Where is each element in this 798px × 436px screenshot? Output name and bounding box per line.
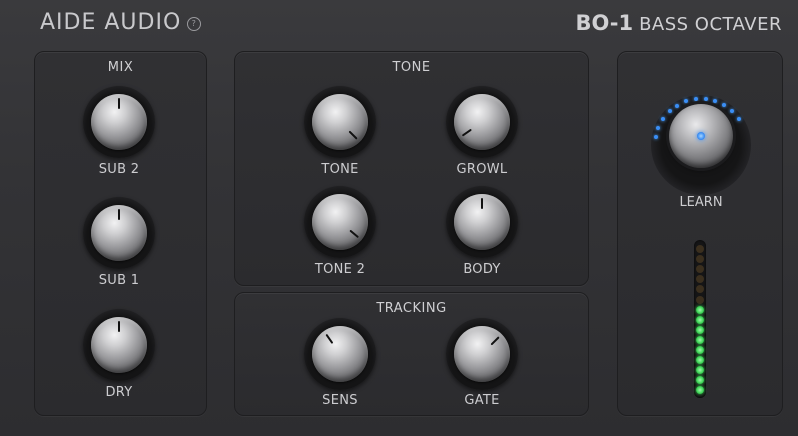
learn-ring-led — [675, 103, 680, 108]
meter-led — [696, 376, 704, 385]
meter-led — [696, 255, 704, 264]
meter-led — [696, 305, 704, 314]
knob-indicator — [349, 229, 360, 239]
sub1-label: SUB 1 — [98, 273, 140, 288]
meter-led — [696, 245, 704, 253]
sub2-label: SUB 2 — [98, 162, 140, 177]
dry-label: DRY — [105, 385, 133, 400]
gate-knob[interactable] — [446, 318, 518, 390]
knob-indicator — [118, 209, 120, 220]
product-title: BO-1 BASS OCTAVER — [575, 11, 782, 35]
tone2-knob[interactable] — [304, 186, 376, 258]
product-code: BO-1 — [575, 11, 634, 35]
meter-led — [696, 315, 704, 324]
growl-label: GROWL — [456, 162, 508, 177]
growl-knob[interactable] — [446, 86, 518, 158]
knob-indicator — [481, 198, 483, 209]
meter-led — [696, 275, 704, 284]
knob-indicator — [348, 130, 358, 140]
knob-indicator — [461, 128, 472, 137]
level-meter — [694, 240, 706, 398]
body-label: BODY — [463, 262, 501, 277]
knob-indicator — [118, 98, 120, 109]
sub1-knob[interactable] — [83, 197, 155, 269]
learn-ring-led — [653, 135, 658, 139]
learn-button[interactable] — [669, 104, 733, 168]
meter-led — [696, 356, 704, 365]
product-name: BASS OCTAVER — [639, 14, 782, 35]
sens-knob[interactable] — [304, 318, 376, 390]
meter-led — [696, 265, 704, 274]
sens-label: SENS — [322, 393, 358, 408]
learn-ring-led — [703, 97, 708, 102]
learn-label: LEARN — [679, 195, 723, 210]
meter-led — [696, 285, 704, 294]
tone2-label: TONE 2 — [314, 262, 366, 277]
plugin-window: AIDE AUDIO ? BO-1 BASS OCTAVER MIX TONE … — [0, 0, 798, 436]
tracking-panel-title: TRACKING — [376, 301, 447, 316]
body-knob[interactable] — [446, 186, 518, 258]
learn-ring-led — [661, 116, 666, 121]
tone-panel-title: TONE — [392, 60, 431, 75]
meter-led — [696, 295, 704, 304]
meter-led — [696, 346, 704, 354]
info-icon[interactable]: ? — [187, 17, 202, 31]
learn-indicator-icon — [697, 132, 705, 140]
mix-panel-title: MIX — [107, 60, 134, 75]
meter-led — [696, 366, 704, 375]
meter-led — [696, 335, 704, 344]
dry-knob[interactable] — [83, 309, 155, 381]
meter-led — [696, 386, 704, 395]
tone-knob[interactable] — [304, 86, 376, 158]
brand-name: AIDE AUDIO — [40, 10, 182, 35]
meter-led — [696, 325, 704, 334]
brand-logo: AIDE AUDIO ? — [40, 10, 202, 35]
gate-label: GATE — [464, 393, 500, 408]
knob-indicator — [490, 336, 500, 346]
learn-ring-led — [736, 116, 741, 121]
tone-label: TONE — [321, 162, 359, 177]
knob-indicator — [118, 321, 120, 332]
knob-indicator — [325, 333, 334, 344]
sub2-knob[interactable] — [83, 86, 155, 158]
